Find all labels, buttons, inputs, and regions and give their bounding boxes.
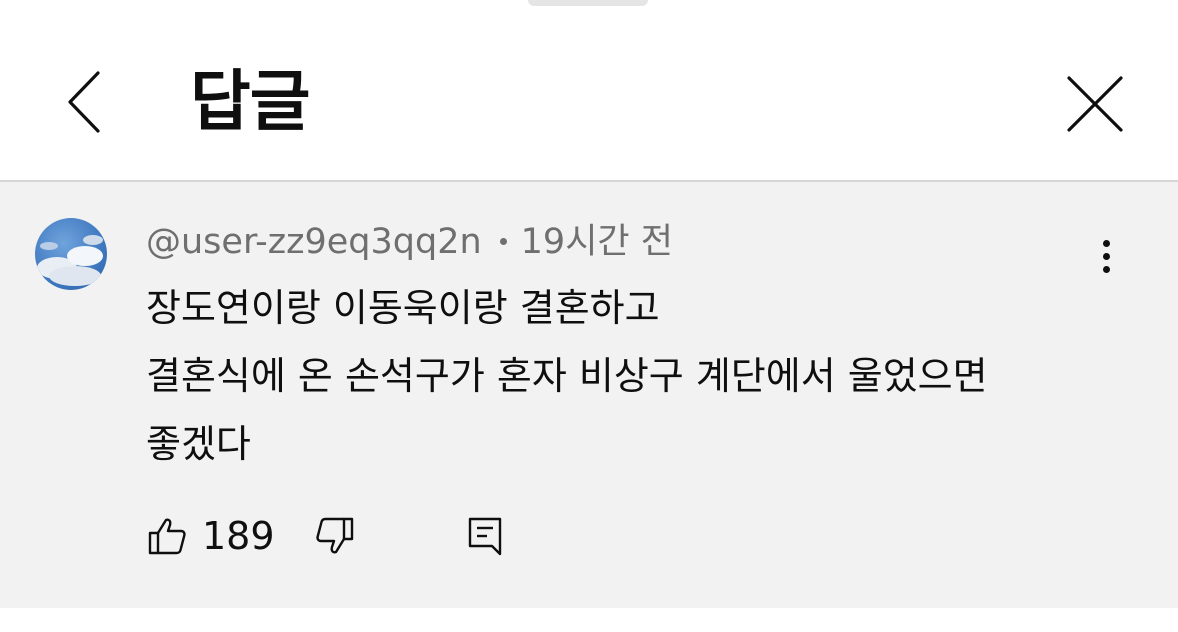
comment-line: 장도연이랑 이동욱이랑 결혼하고 [146, 286, 660, 330]
avatar-image [35, 218, 107, 290]
close-button[interactable] [1058, 62, 1132, 146]
back-button[interactable] [52, 60, 116, 144]
more-vertical-icon-dot [1102, 239, 1110, 247]
comment-line: 좋겠다 [146, 422, 251, 466]
page-title: 답글 [190, 63, 310, 140]
comment-actions: 189 [146, 512, 546, 560]
close-icon [1067, 76, 1123, 132]
dislike-button[interactable] [314, 512, 356, 560]
like-count: 189 [202, 514, 275, 558]
comment-text: 장도연이랑 이동욱이랑 결혼하고 결혼식에 온 손석구가 혼자 비상구 계단에서… [146, 274, 1136, 478]
more-vertical-icon-dot [1102, 252, 1110, 260]
avatar[interactable] [35, 218, 107, 290]
reply-button[interactable] [464, 512, 506, 560]
thumbs-down-icon [316, 517, 354, 554]
footer-space [0, 608, 1178, 632]
separator-dot [499, 237, 507, 245]
reply-icon [468, 517, 502, 556]
comment-meta: @user-zz9eq3qq2n 19시간 전 [146, 218, 673, 266]
more-vertical-icon-dot [1102, 265, 1110, 273]
comment-item: @user-zz9eq3qq2n 19시간 전 장도연이랑 이동욱이랑 결혼하고 … [0, 182, 1178, 608]
reply-panel: 답글 @user-zz9eq3qq2n 19시간 전 장도연이랑 이동욱이랑 결… [0, 0, 1178, 632]
like-button[interactable] [146, 512, 188, 560]
comment-line: 결혼식에 온 손석구가 혼자 비상구 계단에서 울었으면 [146, 354, 988, 398]
chevron-left-icon [68, 71, 100, 133]
comment-time: 19시간 전 [520, 222, 673, 262]
thumbs-up-icon [148, 518, 186, 555]
header: 답글 [0, 6, 1178, 180]
comment-author[interactable]: @user-zz9eq3qq2n [146, 222, 482, 262]
